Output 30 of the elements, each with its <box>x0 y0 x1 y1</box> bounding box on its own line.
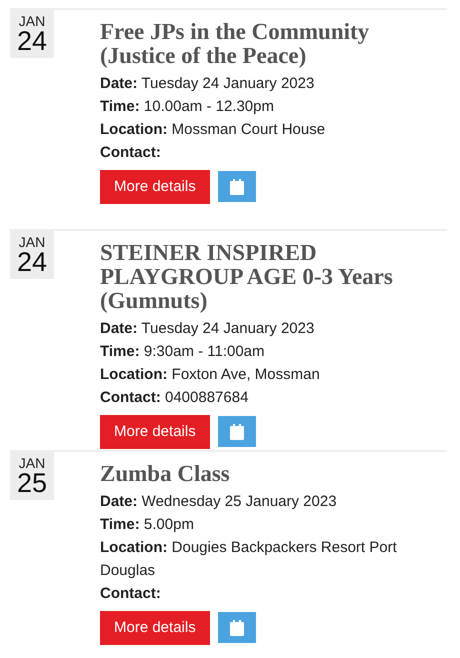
event-title: Zumba Class <box>100 462 231 486</box>
event-detail: Date: Wednesday 25 January 2023 <box>100 492 338 512</box>
more-details-button[interactable]: More details <box>100 170 210 204</box>
event-detail: Time: 10.00am - 12.30pm <box>100 97 275 117</box>
event-detail: Time: 9:30am - 11:00am <box>100 342 266 362</box>
event-title: STEINER INSPIRED PLAYGROUP AGE 0-3 Years (Gumnuts) <box>100 241 394 313</box>
event-month: JAN <box>18 14 46 28</box>
add-to-calendar-button[interactable] <box>218 612 256 643</box>
more-details-button[interactable]: More details <box>100 415 210 449</box>
add-to-calendar-button[interactable] <box>218 171 256 202</box>
event-day: 25 <box>10 470 54 497</box>
calendar-icon <box>230 620 244 636</box>
event-detail: Contact: <box>100 584 162 604</box>
event-title: Free JPs in the Community (Justice of the Peace) <box>100 20 370 68</box>
event-detail: Location: Mossman Court House <box>100 120 326 140</box>
calendar-icon <box>230 178 244 194</box>
event-month: JAN <box>18 456 46 470</box>
event-detail: Date: Tuesday 24 January 2023 <box>100 74 316 94</box>
event-detail: Location: Foxton Ave, Mossman <box>100 365 321 385</box>
event-day: 24 <box>10 28 54 55</box>
event-day: 24 <box>10 249 54 276</box>
event-detail: Location: Dougies Backpackers Resort Port Douglas <box>100 538 398 581</box>
more-details-button[interactable]: More details <box>100 611 210 645</box>
add-to-calendar-button[interactable] <box>218 416 256 447</box>
event-month: JAN <box>18 235 46 249</box>
calendar-icon <box>230 424 244 440</box>
event-detail: Time: 5.00pm <box>100 515 195 535</box>
event-detail: Date: Tuesday 24 January 2023 <box>100 319 316 339</box>
event-detail: Contact: <box>100 143 162 163</box>
event-detail: Contact: 0400887684 <box>100 388 250 408</box>
